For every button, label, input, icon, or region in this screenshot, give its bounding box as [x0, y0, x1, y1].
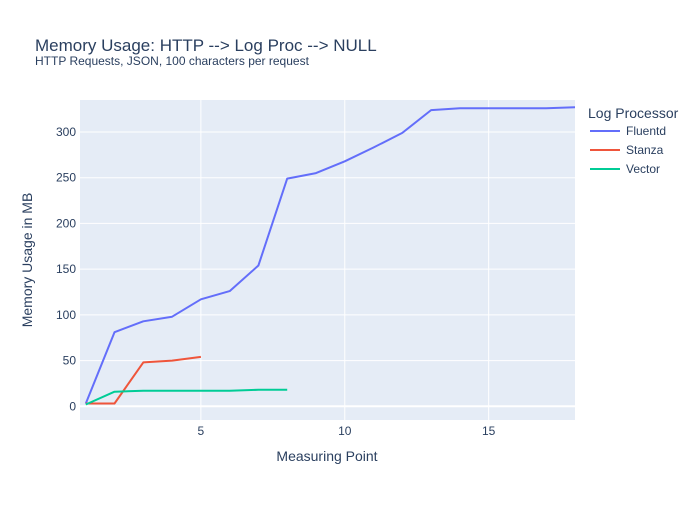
legend-title: Log Processor: [588, 105, 679, 121]
y-axis-label: Memory Usage in MB: [19, 193, 35, 328]
legend-label-vector: Vector: [626, 162, 660, 176]
plot-area: [80, 100, 575, 420]
y-tick-label: 100: [56, 308, 76, 322]
legend-items: Fluentd Stanza Vector: [590, 124, 666, 176]
y-tick-label: 50: [63, 354, 77, 368]
chart-container: Memory Usage: HTTP --> Log Proc --> NULL…: [0, 0, 700, 500]
y-tick-label: 150: [56, 262, 76, 276]
chart-subtitle: HTTP Requests, JSON, 100 characters per …: [35, 54, 310, 68]
chart-title: Memory Usage: HTTP --> Log Proc --> NULL: [35, 36, 377, 55]
x-tick-label: 15: [482, 424, 496, 438]
line-chart: Memory Usage: HTTP --> Log Proc --> NULL…: [19, 36, 679, 464]
y-tick-label: 300: [56, 125, 76, 139]
legend-label-fluentd: Fluentd: [626, 124, 666, 138]
x-tick-label: 5: [198, 424, 205, 438]
y-tick-label: 200: [56, 216, 76, 230]
y-tick-label: 0: [69, 399, 76, 413]
x-axis-label: Measuring Point: [276, 448, 377, 464]
y-tick-label: 250: [56, 171, 76, 185]
x-tick-label: 10: [338, 424, 352, 438]
legend-label-stanza: Stanza: [626, 143, 664, 157]
legend: Log Processor Fluentd Stanza Vector: [588, 105, 679, 176]
